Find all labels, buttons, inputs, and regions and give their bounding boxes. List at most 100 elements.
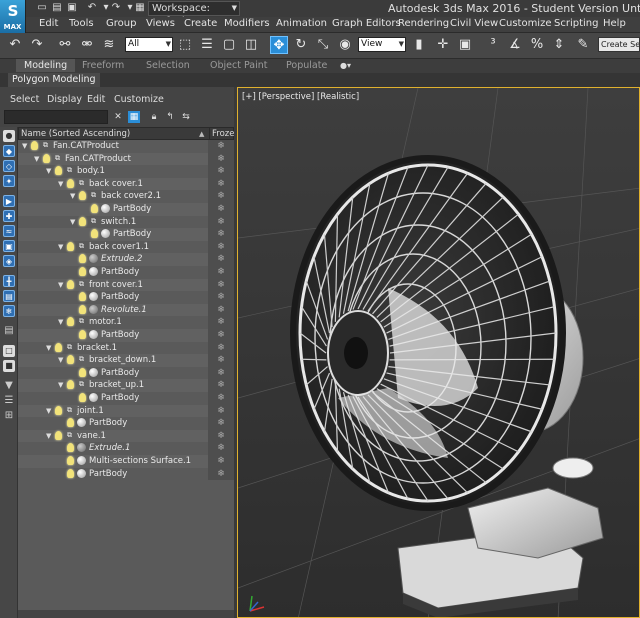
visibility-bulb-icon[interactable] (79, 393, 86, 402)
display-helpers-icon[interactable]: ✚ (3, 210, 15, 222)
tree-row[interactable]: PartBody ❄ (18, 329, 234, 342)
selection-filter-dropdown[interactable]: All ▼ (125, 37, 173, 52)
select-and-rotate-icon[interactable]: ↻ (292, 36, 310, 54)
undo-icon[interactable]: ↶ (6, 36, 24, 54)
expand-arrow-icon[interactable]: ▼ (46, 430, 54, 442)
frozen-toggle-icon[interactable]: ❄ (208, 455, 234, 468)
sync-selection-icon[interactable]: ⇆ (180, 111, 192, 123)
tab-freeform[interactable]: Freeform (82, 60, 124, 71)
explorer-menu-display[interactable]: Display (47, 94, 82, 105)
frozen-toggle-icon[interactable]: ❄ (208, 240, 234, 254)
tree-row[interactable]: PartBody ❄ (18, 417, 234, 430)
visibility-bulb-icon[interactable] (67, 279, 74, 289)
menu-views[interactable]: Views (146, 18, 175, 29)
frozen-toggle-icon[interactable]: ❄ (208, 341, 234, 355)
workspace-selector[interactable]: Workspace: Default ▼ (148, 1, 240, 27)
clear-search-icon[interactable]: ✕ (112, 111, 124, 123)
frozen-toggle-icon[interactable]: ❄ (208, 316, 234, 329)
select-object-icon[interactable]: ⬚ (176, 36, 194, 54)
tree-row[interactable]: PartBody ❄ (18, 467, 234, 481)
hierarchy-filter-icon[interactable]: ⊞ (3, 410, 15, 422)
visibility-bulb-icon[interactable] (91, 204, 98, 213)
menu-group[interactable]: Group (106, 18, 136, 29)
snaps-toggle-icon[interactable]: ³ (484, 36, 502, 54)
frozen-toggle-icon[interactable]: ❄ (208, 404, 234, 418)
visibility-bulb-icon[interactable] (67, 443, 74, 453)
display-lights-icon[interactable]: ✦ (3, 175, 15, 187)
tree-row[interactable]: Extrude.1 ❄ (18, 442, 234, 455)
tree-row[interactable]: Extrude.2 ❄ (18, 253, 234, 266)
frozen-toggle-icon[interactable]: ❄ (208, 215, 234, 229)
display-all-icon[interactable]: ▤ (3, 325, 15, 337)
layer-filter-icon[interactable]: ☰ (3, 395, 15, 407)
undo-icon[interactable]: ↶ (86, 2, 98, 14)
lock-icon[interactable]: 🔒︎ (148, 111, 160, 123)
frozen-toggle-icon[interactable]: ❄ (208, 177, 234, 191)
menu-graph-editors[interactable]: Graph Editors (332, 18, 401, 29)
tree-row[interactable]: Revolute.1 ❄ (18, 303, 234, 317)
link-icon[interactable]: ↰ (164, 111, 176, 123)
filter-icon[interactable]: ▼ (3, 380, 15, 392)
rectangular-selection-icon[interactable]: ▢ (220, 36, 238, 54)
viewport-label[interactable]: [+] [Perspective] [Realistic] (242, 92, 359, 102)
frozen-toggle-icon[interactable]: ❄ (208, 190, 234, 203)
frozen-toggle-icon[interactable]: ❄ (208, 429, 234, 443)
tree-row[interactable]: ▼ ⧉ back cover1.1 ❄ (18, 240, 234, 254)
menu-rendering[interactable]: Rendering (398, 18, 449, 29)
tree-row[interactable]: ▼ ⧉ joint.1 ❄ (18, 404, 234, 418)
menu-animation[interactable]: Animation (276, 18, 327, 29)
tree-row[interactable]: ▼ ⧉ Fan.CATProduct ❄ (18, 140, 234, 153)
frozen-toggle-icon[interactable]: ❄ (208, 303, 234, 317)
menu-tools[interactable]: Tools (69, 18, 94, 29)
polygon-modeling-panel[interactable]: Polygon Modeling (8, 73, 100, 87)
unlink-selection-icon[interactable]: ⚮ (78, 36, 96, 54)
frozen-toggle-icon[interactable]: ❄ (208, 379, 234, 392)
frozen-toggle-icon[interactable]: ❄ (208, 278, 234, 292)
frozen-toggle-icon[interactable]: ❄ (208, 203, 234, 216)
display-xrefs-icon[interactable]: ◈ (3, 255, 15, 267)
explorer-menu-select[interactable]: Select (10, 94, 39, 105)
expand-arrow-icon[interactable]: ▼ (58, 316, 66, 328)
save-file-icon[interactable]: ▣ (66, 2, 78, 14)
tab-populate[interactable]: Populate (286, 60, 327, 71)
display-shapes-icon[interactable]: ◇ (3, 160, 15, 172)
frozen-toggle-icon[interactable]: ❄ (208, 266, 234, 279)
ribbon-options-icon[interactable]: ●▾ (340, 61, 358, 71)
menu-customize[interactable]: Customize (499, 18, 552, 29)
redo-icon[interactable]: ↷ (28, 36, 46, 54)
select-and-link-icon[interactable]: ⚯ (56, 36, 74, 54)
visibility-bulb-icon[interactable] (79, 216, 86, 226)
menu-modifiers[interactable]: Modifiers (224, 18, 270, 29)
visibility-bulb-icon[interactable] (67, 241, 74, 251)
expand-arrow-icon[interactable]: ▼ (46, 342, 54, 354)
tab-modeling[interactable]: Modeling (16, 59, 76, 72)
menu-help[interactable]: Help (603, 18, 626, 29)
display-groups-icon[interactable]: ▣ (3, 240, 15, 252)
create-selection-set-field[interactable]: Create Selection Set (598, 37, 640, 52)
select-and-manipulate-icon[interactable]: ✛ (434, 36, 452, 54)
tree-row[interactable]: ▼ ⧉ Fan.CATProduct ❄ (18, 152, 234, 166)
edit-named-selection-icon[interactable]: ✎ (574, 36, 592, 54)
visibility-bulb-icon[interactable] (79, 191, 86, 201)
tree-row[interactable]: ▼ ⧉ back cover.1 ❄ (18, 177, 234, 191)
visibility-bulb-icon[interactable] (67, 380, 74, 390)
tree-row[interactable]: PartBody ❄ (18, 228, 234, 241)
invert-display-icon[interactable]: ■ (3, 360, 15, 372)
frozen-toggle-icon[interactable]: ❄ (208, 366, 234, 380)
visibility-bulb-icon[interactable] (67, 418, 74, 428)
expand-arrow-icon[interactable]: ▼ (46, 405, 54, 417)
open-file-icon[interactable]: ▤ (51, 2, 63, 14)
visibility-bulb-icon[interactable] (67, 317, 74, 327)
frozen-toggle-icon[interactable]: ❄ (208, 291, 234, 304)
frozen-column-header[interactable]: Frozen (209, 128, 240, 140)
tree-row[interactable]: ▼ ⧉ bracket.1 ❄ (18, 341, 234, 355)
display-cameras-icon[interactable]: ▶ (3, 195, 15, 207)
toggle-explorer-display-icon[interactable]: ▦ (128, 111, 140, 123)
reference-coordinate-dropdown[interactable]: View ▼ (358, 37, 406, 52)
expand-arrow-icon[interactable]: ▼ (34, 153, 42, 165)
new-file-icon[interactable]: ▭ (36, 2, 48, 14)
visibility-bulb-icon[interactable] (67, 456, 74, 465)
place-icon[interactable]: ◉ (336, 36, 354, 54)
frozen-toggle-icon[interactable]: ❄ (208, 253, 234, 266)
display-containers-icon[interactable]: ▤ (3, 290, 15, 302)
